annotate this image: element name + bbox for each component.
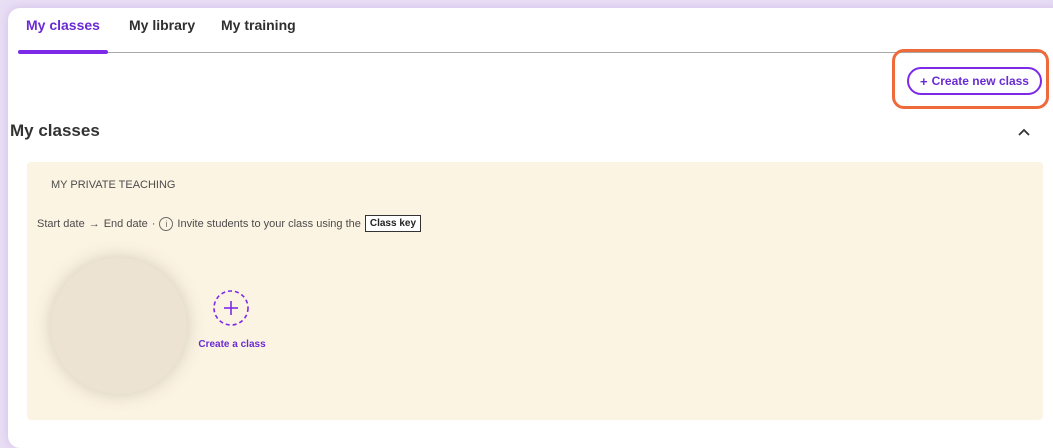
class-key-button[interactable]: Class key (364, 215, 422, 232)
plus-circle-icon (213, 290, 249, 326)
tab-my-training[interactable]: My training (221, 14, 296, 52)
start-date: Start date (37, 217, 85, 230)
end-date: End date (103, 217, 148, 230)
create-class-label[interactable]: Create a class (193, 339, 271, 350)
create-class-button[interactable] (212, 289, 250, 327)
separator: · (151, 217, 156, 230)
plus-icon: + (920, 73, 928, 89)
class-card: MY PRIVATE TEACHING Start date → End dat… (27, 162, 1043, 420)
info-icon[interactable]: i (159, 216, 174, 231)
class-avatar (51, 258, 187, 394)
chevron-up-icon[interactable] (1014, 122, 1034, 142)
tab-bar: My classes My library My training (18, 14, 1046, 54)
class-meta: Start date → End date · i Invite student… (37, 215, 422, 232)
section-title: My classes (10, 121, 100, 140)
invite-text: Invite students to your class using the (177, 217, 361, 230)
tab-my-library[interactable]: My library (129, 14, 195, 52)
arrow-icon: → (88, 217, 100, 230)
create-new-class-label: Create new class (931, 74, 1029, 88)
create-new-class-button[interactable]: + Create new class (907, 67, 1042, 95)
tab-my-classes[interactable]: My classes (18, 14, 108, 54)
class-name: MY PRIVATE TEACHING (51, 179, 176, 191)
